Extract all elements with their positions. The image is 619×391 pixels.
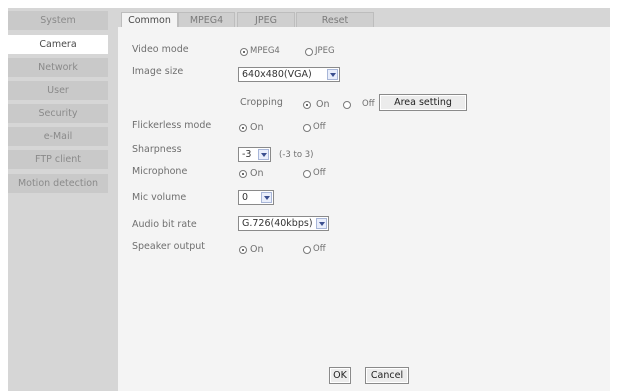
tab-reset[interactable]: Reset <box>296 12 374 27</box>
sidebar-item-system[interactable]: System <box>8 11 108 30</box>
sidebar-item-security[interactable]: Security <box>8 104 108 123</box>
flickerless-off-radio[interactable] <box>303 124 311 132</box>
speaker-output-off-radio[interactable] <box>303 246 311 254</box>
speaker-output-on-label: On <box>250 244 264 255</box>
sidebar-item-motion-detection[interactable]: Motion detection <box>8 174 108 193</box>
microphone-label: Microphone <box>132 166 188 177</box>
microphone-on-radio[interactable] <box>239 170 247 178</box>
cropping-off-radio[interactable] <box>343 101 351 109</box>
chevron-down-icon <box>316 218 327 229</box>
cropping-off-label: Off <box>362 99 375 109</box>
settings-panel: Video mode MPEG4 JPEG Image size 640x480… <box>118 27 610 391</box>
chevron-down-icon <box>327 69 338 80</box>
microphone-on-label: On <box>250 168 264 179</box>
tab-mpeg4[interactable]: MPEG4 <box>178 12 235 27</box>
image-size-select[interactable]: 640x480(VGA) <box>238 67 340 82</box>
sharpness-select[interactable]: -3 <box>238 147 271 162</box>
video-mode-jpeg-label: JPEG <box>315 46 335 56</box>
cropping-label: Cropping <box>240 97 283 108</box>
sidebar-item-email[interactable]: e-Mail <box>8 127 108 146</box>
cancel-button[interactable]: Cancel <box>365 367 409 384</box>
speaker-output-off-label: Off <box>313 244 326 254</box>
mic-volume-value: 0 <box>242 192 249 203</box>
sidebar-item-user[interactable]: User <box>8 81 108 100</box>
cropping-on-radio[interactable] <box>303 101 311 109</box>
video-mode-label: Video mode <box>132 44 189 55</box>
sidebar: System Camera Network User Security e-Ma… <box>8 8 108 391</box>
speaker-output-on-radio[interactable] <box>239 246 247 254</box>
flickerless-mode-label: Flickerless mode <box>132 120 212 131</box>
audio-bit-rate-select[interactable]: G.726(40kbps) <box>238 216 329 231</box>
tab-common[interactable]: Common <box>121 12 178 28</box>
area-setting-button[interactable]: Area setting <box>379 94 467 111</box>
sharpness-range-text: (-3 to 3) <box>279 150 314 160</box>
video-mode-mpeg4-radio[interactable] <box>240 48 248 56</box>
cropping-on-label: On <box>316 99 330 110</box>
microphone-off-label: Off <box>313 168 326 178</box>
video-mode-mpeg4-label: MPEG4 <box>250 46 280 56</box>
flickerless-off-label: Off <box>313 122 326 132</box>
sharpness-value: -3 <box>242 149 252 160</box>
sharpness-label: Sharpness <box>132 144 182 155</box>
audio-bit-rate-value: G.726(40kbps) <box>242 218 313 229</box>
mic-volume-label: Mic volume <box>132 192 187 203</box>
sidebar-item-ftp-client[interactable]: FTP client <box>8 150 108 169</box>
flickerless-on-label: On <box>250 122 264 133</box>
sidebar-item-camera[interactable]: Camera <box>8 35 108 54</box>
ok-button[interactable]: OK <box>329 367 351 384</box>
flickerless-on-radio[interactable] <box>239 124 247 132</box>
audio-bit-rate-label: Audio bit rate <box>132 219 197 230</box>
video-mode-jpeg-radio[interactable] <box>305 48 313 56</box>
image-size-value: 640x480(VGA) <box>242 69 312 80</box>
speaker-output-label: Speaker output <box>132 241 205 252</box>
microphone-off-radio[interactable] <box>303 170 311 178</box>
image-size-label: Image size <box>132 66 184 77</box>
sidebar-item-network[interactable]: Network <box>8 58 108 77</box>
tab-jpeg[interactable]: JPEG <box>237 12 295 27</box>
chevron-down-icon <box>258 149 269 160</box>
mic-volume-select[interactable]: 0 <box>238 190 274 205</box>
chevron-down-icon <box>261 192 272 203</box>
